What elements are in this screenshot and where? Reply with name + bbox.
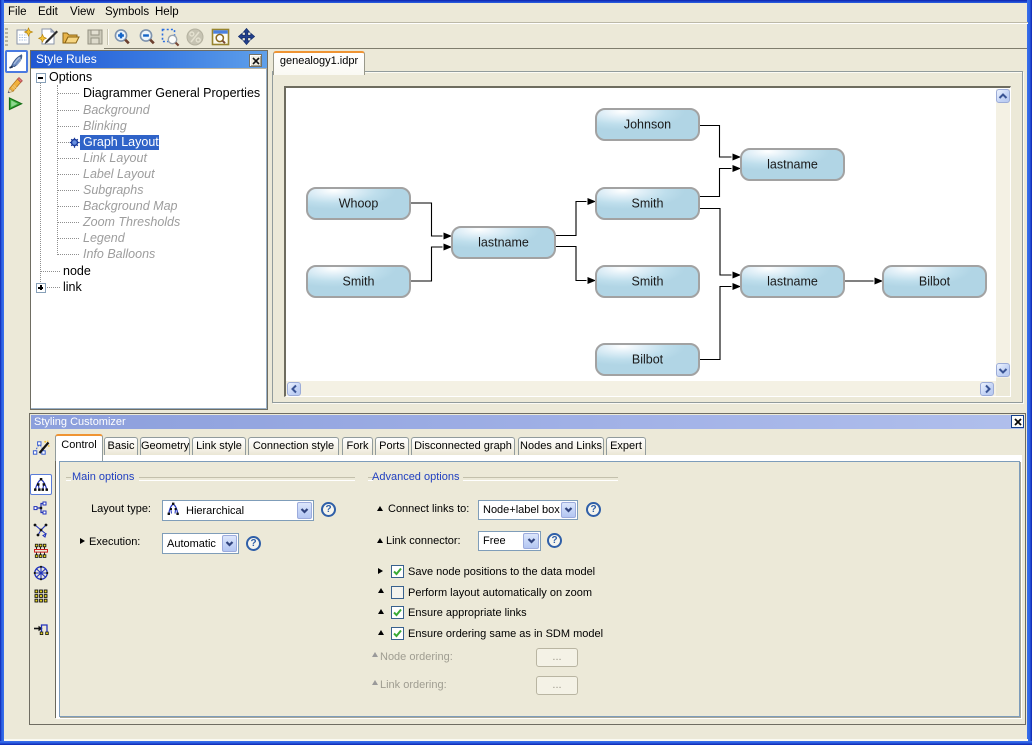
svg-text:Smith: Smith	[632, 275, 664, 289]
svg-text:Bilbot: Bilbot	[632, 353, 664, 367]
svg-text:Johnson: Johnson	[624, 118, 671, 132]
svg-text:lastname: lastname	[767, 275, 818, 289]
svg-text:Smith: Smith	[632, 197, 664, 211]
svg-text:lastname: lastname	[767, 158, 818, 172]
svg-text:lastname: lastname	[478, 236, 529, 250]
svg-text:Smith: Smith	[343, 275, 375, 289]
svg-text:Whoop: Whoop	[339, 197, 379, 211]
svg-text:Bilbot: Bilbot	[919, 275, 951, 289]
